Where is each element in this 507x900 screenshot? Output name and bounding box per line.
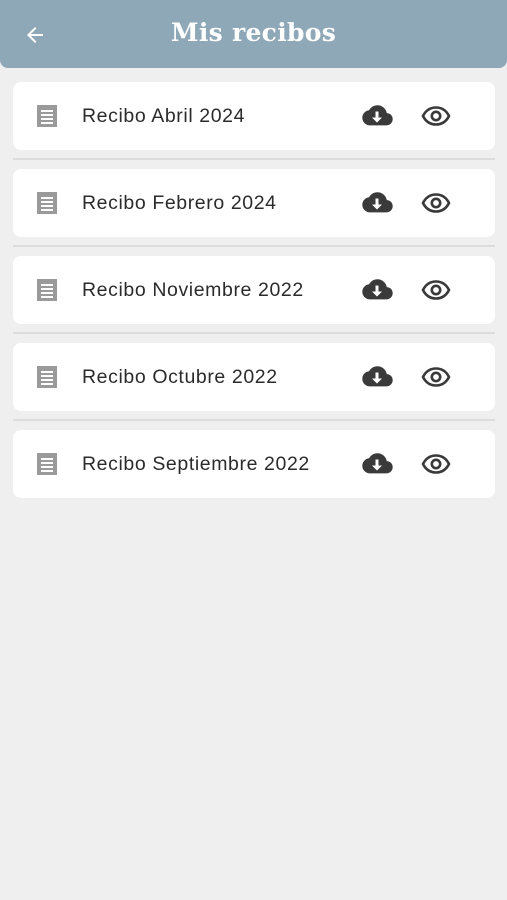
receipt-label: Recibo Septiembre 2022 — [82, 453, 310, 475]
document-icon — [37, 366, 57, 388]
receipt-card[interactable]: Recibo Noviembre 2022 — [13, 256, 495, 324]
view-button[interactable] — [419, 102, 453, 130]
download-button[interactable] — [360, 363, 394, 391]
receipt-card[interactable]: Recibo Septiembre 2022 — [13, 430, 495, 498]
eye-icon — [421, 193, 451, 213]
eye-icon — [421, 280, 451, 300]
receipt-card[interactable]: Recibo Febrero 2024 — [13, 169, 495, 237]
receipt-card[interactable]: Recibo Octubre 2022 — [13, 343, 495, 411]
divider — [13, 332, 495, 334]
cloud-download-icon — [362, 453, 393, 474]
view-button[interactable] — [419, 450, 453, 478]
cloud-download-icon — [362, 192, 393, 213]
download-button[interactable] — [360, 450, 394, 478]
receipt-card[interactable]: Recibo Abril 2024 — [13, 82, 495, 150]
cloud-download-icon — [362, 105, 393, 126]
eye-icon — [421, 454, 451, 474]
divider — [13, 419, 495, 421]
cloud-download-icon — [362, 279, 393, 300]
page-title: Mis recibos — [170, 18, 337, 47]
document-icon — [37, 279, 57, 301]
view-button[interactable] — [419, 189, 453, 217]
cloud-download-icon — [362, 366, 393, 387]
receipt-label: Recibo Febrero 2024 — [82, 192, 277, 214]
receipt-list: Recibo Abril 2024 Recibo Febrero 2024 Re… — [13, 82, 495, 498]
document-icon — [37, 453, 57, 475]
eye-icon — [421, 367, 451, 387]
receipt-label: Recibo Abril 2024 — [82, 105, 246, 127]
eye-icon — [421, 106, 451, 126]
receipt-label: Recibo Octubre 2022 — [82, 366, 278, 388]
download-button[interactable] — [360, 189, 394, 217]
divider — [13, 245, 495, 247]
view-button[interactable] — [419, 363, 453, 391]
download-button[interactable] — [360, 102, 394, 130]
app-bar: Mis recibos — [0, 0, 507, 68]
document-icon — [37, 105, 57, 127]
download-button[interactable] — [360, 276, 394, 304]
view-button[interactable] — [419, 276, 453, 304]
divider — [13, 158, 495, 160]
receipt-label: Recibo Noviembre 2022 — [82, 279, 304, 301]
document-icon — [37, 192, 57, 214]
